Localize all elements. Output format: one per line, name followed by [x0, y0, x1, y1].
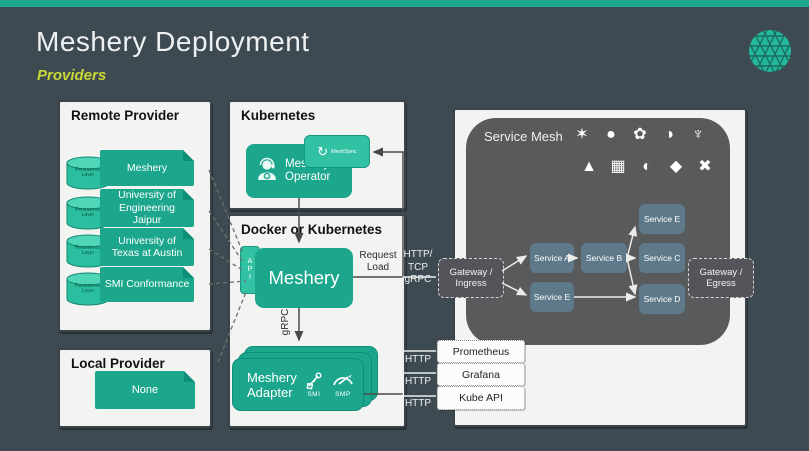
adapter-label: Meshery Adapter — [247, 370, 297, 400]
sync-icon: ↻ — [317, 145, 328, 158]
mesh-logo-5-icon: ♆ — [687, 124, 709, 146]
service-e-top-box: Service E — [639, 204, 685, 234]
mesh-logo-6-icon: ▲ — [578, 156, 600, 178]
remote-item-texas: University of Texas at Austin — [100, 228, 194, 266]
mesh-logo-8-icon: ◐ — [636, 156, 658, 178]
meshery-box: Meshery — [255, 248, 353, 308]
mesh-logo-1-icon: ✶ — [571, 124, 593, 146]
mesh-logo-7-icon: ▦ — [607, 156, 629, 178]
local-provider-title: Local Provider — [71, 356, 165, 371]
remote-item-label: University of Engineering Jaipur — [100, 189, 194, 227]
smi-label: SMI — [307, 391, 320, 398]
service-mesh-title: Service Mesh — [484, 129, 563, 144]
page-title: Meshery Deployment — [36, 26, 310, 58]
remote-item-meshery: Meshery — [100, 150, 194, 186]
mesh-logo-4-icon: ◑ — [658, 124, 680, 146]
request-load-label: Request Load — [352, 250, 404, 274]
gateway-ingress-box: Gateway / Ingress — [438, 258, 504, 298]
none-label: None — [132, 384, 158, 396]
service-a-box: Service A — [530, 243, 574, 273]
meshery-logo-icon — [747, 28, 793, 74]
kubernetes-title: Kubernetes — [241, 108, 315, 123]
remote-item-label: SMI Conformance — [101, 278, 194, 291]
service-d-box: Service D — [639, 284, 685, 314]
prometheus-box: Prometheus — [437, 340, 525, 363]
mesh-logo-3-icon: ✿ — [629, 124, 651, 146]
service-c-box: Service C — [639, 243, 685, 273]
meshery-adapter-box: Meshery Adapter SMI SMP — [232, 358, 364, 411]
kube-api-box: Kube API — [437, 386, 525, 410]
smp-gauge-icon: SMP — [331, 372, 355, 398]
meshsync-label: MeshSync — [331, 149, 357, 155]
grpc-label: gRPC — [280, 292, 292, 352]
meshsync-box: ↻ MeshSync — [304, 135, 370, 168]
remote-provider-title: Remote Provider — [71, 108, 179, 123]
local-provider-none-box: None — [95, 371, 195, 409]
http-label: HTTP — [401, 398, 435, 411]
http-tcp-grpc-label: HTTP/ TCP gRPC — [400, 249, 436, 287]
remote-item-label: Meshery — [123, 162, 171, 175]
remote-item-smi-conformance: SMI Conformance — [100, 267, 194, 302]
mesh-logo-2-icon: ● — [600, 124, 622, 146]
mesh-logos-row-2: ▲ ▦ ◐ ◆ ✖ — [578, 156, 716, 178]
docker-kubernetes-title: Docker or Kubernetes — [241, 222, 382, 237]
remote-item-jaipur: University of Engineering Jaipur — [100, 189, 194, 227]
meshery-label: Meshery — [269, 267, 340, 289]
service-e-bottom-box: Service E — [530, 282, 574, 312]
smi-icon: SMI — [305, 372, 323, 398]
http-label: HTTP — [401, 376, 435, 389]
gateway-egress-box: Gateway / Egress — [688, 258, 754, 298]
page-subtitle: Providers — [37, 67, 106, 84]
smp-label: SMP — [335, 391, 351, 398]
mesh-logo-9-icon: ◆ — [665, 156, 687, 178]
mesh-logos-row-1: ✶ ● ✿ ◑ ♆ — [571, 124, 709, 146]
operator-icon — [254, 155, 280, 188]
slide: Meshery Deployment Providers Remote Prov… — [0, 0, 809, 451]
top-accent-bar — [0, 0, 809, 7]
mesh-logo-10-icon: ✖ — [694, 156, 716, 178]
remote-item-label: University of Texas at Austin — [108, 235, 187, 260]
http-label: HTTP — [401, 354, 435, 367]
service-b-box: Service B — [581, 243, 627, 273]
grafana-box: Grafana — [437, 363, 525, 386]
service-mesh-panel — [466, 118, 730, 345]
